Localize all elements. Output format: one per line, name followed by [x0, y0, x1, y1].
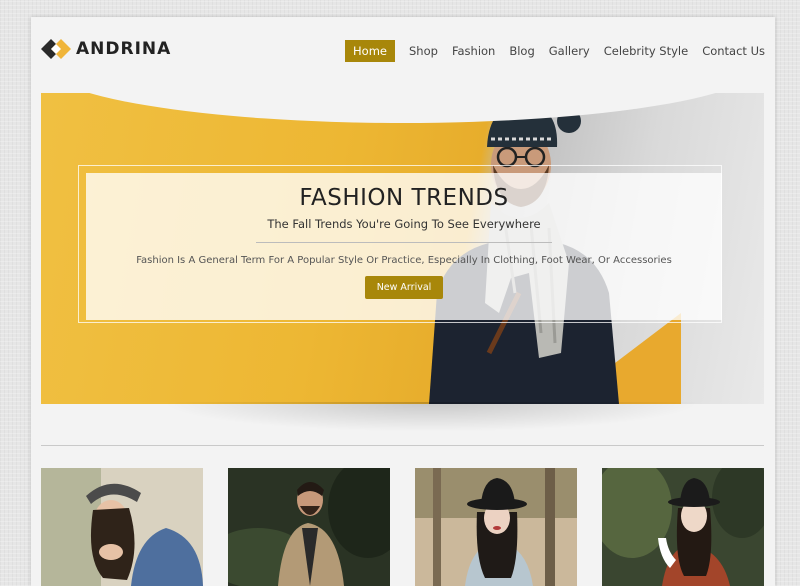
nav-item-contact-us[interactable]: Contact Us	[702, 41, 765, 61]
nav-item-celebrity-style[interactable]: Celebrity Style	[604, 41, 688, 61]
hero-description: Fashion Is A General Term For A Popular …	[136, 255, 672, 266]
page-container: ANDRINA Home Shop Fashion Blog Gallery C…	[31, 17, 775, 586]
hero-caption: FASHION TRENDS The Fall Trends You're Go…	[86, 173, 722, 320]
brand-name: ANDRINA	[76, 39, 172, 59]
main-nav: Home Shop Fashion Blog Gallery Celebrity…	[345, 40, 765, 62]
hero-subtitle: The Fall Trends You're Going To See Ever…	[267, 217, 541, 231]
product-image-woman-in-black-hat	[415, 468, 577, 586]
site-header: ANDRINA Home Shop Fashion Blog Gallery C…	[31, 17, 775, 83]
site-logo[interactable]: ANDRINA	[41, 39, 171, 59]
product-card-2[interactable]	[228, 468, 390, 586]
logo-diamond-icon	[41, 39, 71, 59]
product-card-3[interactable]	[415, 468, 577, 586]
nav-item-home[interactable]: Home	[345, 40, 395, 62]
new-arrival-button[interactable]: New Arrival	[364, 276, 444, 299]
nav-item-blog[interactable]: Blog	[509, 41, 534, 61]
hero-shadow	[161, 402, 701, 432]
product-image-man-in-beige-jacket	[228, 468, 390, 586]
product-image-woman-in-red-coat	[602, 468, 764, 586]
nav-item-shop[interactable]: Shop	[409, 41, 438, 61]
product-card-1[interactable]	[41, 468, 203, 586]
nav-item-gallery[interactable]: Gallery	[549, 41, 590, 61]
nav-item-fashion[interactable]: Fashion	[452, 41, 495, 61]
product-image-woman-in-hat-smiling	[41, 468, 203, 586]
hero-slider: FASHION TRENDS The Fall Trends You're Go…	[41, 93, 764, 404]
product-card-4[interactable]	[602, 468, 764, 586]
section-divider	[41, 445, 764, 446]
hero-divider	[256, 242, 552, 243]
hero-title: FASHION TRENDS	[299, 185, 509, 211]
